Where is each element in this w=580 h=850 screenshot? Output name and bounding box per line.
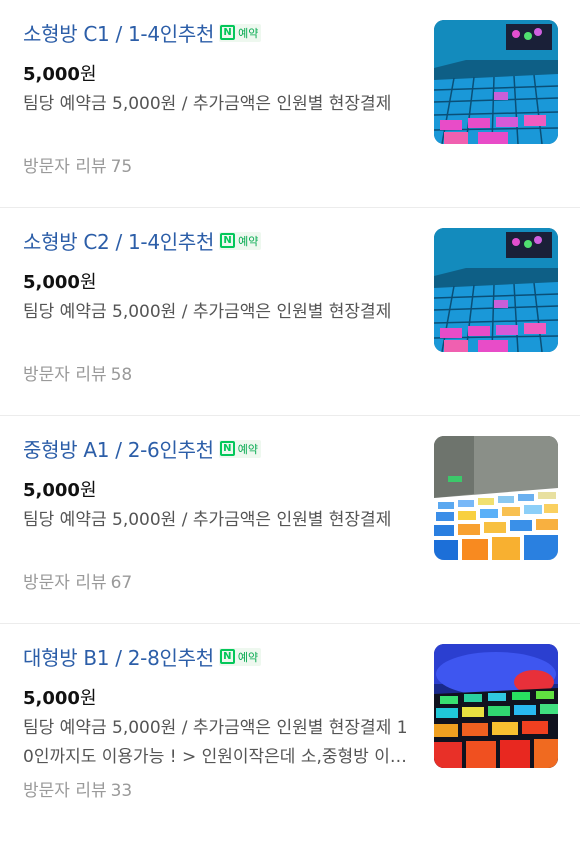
naver-n-icon: N xyxy=(219,441,235,456)
review-count: 67 xyxy=(110,573,133,593)
price-unit: 원 xyxy=(79,688,97,709)
item-title[interactable]: 중형방 A1 / 2-6인추천 xyxy=(23,434,214,463)
item-price: 5,000원 xyxy=(23,684,97,710)
review-label: 방문자 리뷰 xyxy=(23,365,107,385)
list-item[interactable]: 소형방 C1 / 1-4인추천 N 예약 5,000원 팀당 예약금 5,000… xyxy=(0,0,580,208)
price-unit: 원 xyxy=(79,480,97,501)
item-title[interactable]: 소형방 C1 / 1-4인추천 xyxy=(23,18,214,47)
item-title-row[interactable]: 중형방 A1 / 2-6인추천 N 예약 xyxy=(23,434,262,463)
item-description: 팀당 예약금 5,000원 / 추가금액은 인원별 현장결제 10인까지도 이용… xyxy=(23,718,408,767)
item-description: 팀당 예약금 5,000원 / 추가금액은 인원별 현장결제 xyxy=(23,94,392,114)
review-count: 75 xyxy=(110,157,133,177)
visitor-review[interactable]: 방문자 리뷰 75 xyxy=(23,152,132,177)
list-item[interactable]: 중형방 A1 / 2-6인추천 N 예약 5,000원 팀당 예약금 5,000… xyxy=(0,416,580,624)
item-price: 5,000원 xyxy=(23,60,97,86)
review-count: 33 xyxy=(110,781,133,801)
review-label: 방문자 리뷰 xyxy=(23,157,107,177)
price-value: 5,000 xyxy=(23,480,80,501)
item-price: 5,000원 xyxy=(23,476,97,502)
naver-booking-badge: N 예약 xyxy=(218,647,262,666)
naver-booking-badge: N 예약 xyxy=(219,23,262,42)
price-value: 5,000 xyxy=(23,64,80,85)
led-floor-room-image xyxy=(434,436,558,560)
item-title[interactable]: 소형방 C2 / 1-4인추천 xyxy=(23,226,214,255)
price-unit: 원 xyxy=(79,272,97,293)
price-value: 5,000 xyxy=(23,688,80,709)
room-thumbnail[interactable] xyxy=(434,436,558,560)
item-title-row[interactable]: 소형방 C2 / 1-4인추천 N 예약 xyxy=(23,226,262,255)
room-list: 소형방 C1 / 1-4인추천 N 예약 5,000원 팀당 예약금 5,000… xyxy=(0,0,580,832)
item-description: 팀당 예약금 5,000원 / 추가금액은 인원별 현장결제 xyxy=(23,510,392,530)
item-price: 5,000원 xyxy=(23,268,97,294)
naver-n-icon: N xyxy=(220,233,236,248)
led-floor-room-image xyxy=(434,20,558,144)
visitor-review[interactable]: 방문자 리뷰 67 xyxy=(23,568,132,593)
review-label: 방문자 리뷰 xyxy=(23,781,107,801)
room-thumbnail[interactable] xyxy=(434,644,558,768)
price-unit: 원 xyxy=(79,64,97,85)
room-thumbnail[interactable] xyxy=(434,228,558,352)
review-label: 방문자 리뷰 xyxy=(23,573,107,593)
review-count: 58 xyxy=(110,365,133,385)
item-title[interactable]: 대형방 B1 / 2-8인추천 xyxy=(23,642,214,671)
led-floor-room-image xyxy=(434,644,558,768)
item-description: 팀당 예약금 5,000원 / 추가금액은 인원별 현장결제 xyxy=(23,302,392,322)
list-item[interactable]: 대형방 B1 / 2-8인추천 N 예약 5,000원 팀당 예약금 5,000… xyxy=(0,624,580,832)
item-title-row[interactable]: 소형방 C1 / 1-4인추천 N 예약 xyxy=(23,18,262,47)
item-title-row[interactable]: 대형방 B1 / 2-8인추천 N 예약 xyxy=(23,642,262,671)
visitor-review[interactable]: 방문자 리뷰 33 xyxy=(23,776,132,801)
naver-n-icon: N xyxy=(220,25,236,40)
price-value: 5,000 xyxy=(23,272,80,293)
naver-booking-badge: N 예약 xyxy=(219,231,262,250)
booking-label: 예약 xyxy=(237,442,259,456)
naver-booking-badge: N 예약 xyxy=(218,439,262,458)
booking-label: 예약 xyxy=(238,26,259,40)
visitor-review[interactable]: 방문자 리뷰 58 xyxy=(23,360,132,385)
naver-n-icon: N xyxy=(219,649,235,664)
booking-label: 예약 xyxy=(238,234,259,248)
booking-label: 예약 xyxy=(237,650,259,664)
list-item[interactable]: 소형방 C2 / 1-4인추천 N 예약 5,000원 팀당 예약금 5,000… xyxy=(0,208,580,416)
led-floor-room-image xyxy=(434,228,558,352)
room-thumbnail[interactable] xyxy=(434,20,558,144)
